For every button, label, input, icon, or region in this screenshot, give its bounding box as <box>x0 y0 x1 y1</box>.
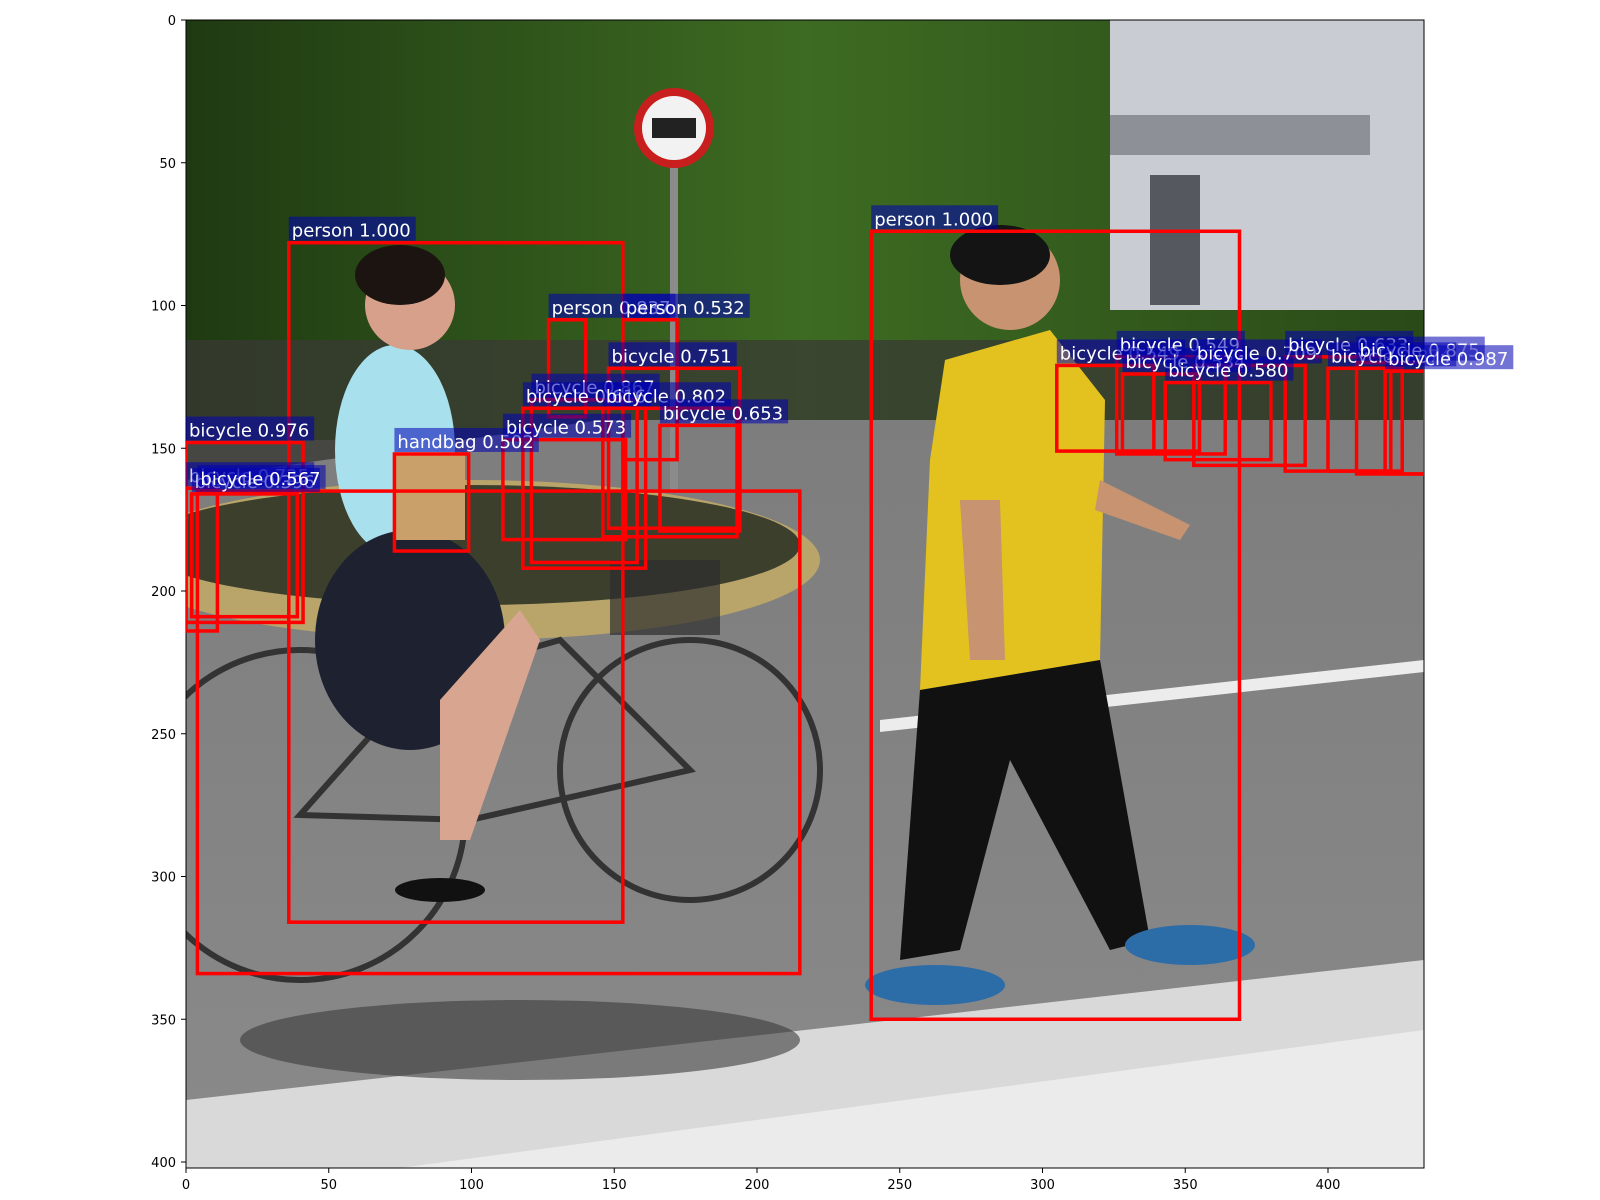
detection-label: person 0.532 <box>626 298 745 319</box>
y-tick-label: 100 <box>151 300 176 315</box>
detection-label: bicycle 0.751 <box>612 346 732 367</box>
detection-label: bicycle 0.567 <box>200 469 320 490</box>
x-tick-label: 100 <box>459 1178 484 1193</box>
detection-label: bicycle 0.976 <box>189 421 309 442</box>
x-tick-label: 350 <box>1173 1178 1198 1193</box>
y-tick-label: 50 <box>159 157 176 172</box>
detection-figure: 0 50 100 150 200 250 300 350 400 0 50 100 150 200 250 3… <box>151 14 1514 1193</box>
y-tick-label: 0 <box>168 14 176 29</box>
detection-label: person 1.000 <box>874 209 993 230</box>
detection-label: bicycle 0.987 <box>1388 349 1508 370</box>
y-tick-label: 150 <box>151 442 176 457</box>
y-tick-label: 300 <box>151 871 176 886</box>
x-tick-label: 400 <box>1316 1178 1341 1193</box>
detection-label: person 1.000 <box>292 221 411 242</box>
detection-label: bicycle 0.573 <box>506 418 626 439</box>
photo <box>186 20 1424 1168</box>
y-tick-label: 400 <box>151 1156 176 1171</box>
x-tick-label: 0 <box>182 1178 190 1193</box>
x-tick-label: 50 <box>320 1178 337 1193</box>
x-tick-label: 250 <box>887 1178 912 1193</box>
x-tick-label: 200 <box>745 1178 770 1193</box>
y-tick-label: 350 <box>151 1013 176 1028</box>
x-tick-label: 300 <box>1030 1178 1055 1193</box>
x-tick-label: 150 <box>602 1178 627 1193</box>
y-tick-label: 200 <box>151 585 176 600</box>
detection-label: bicycle 0.653 <box>663 403 783 424</box>
y-tick-label: 250 <box>151 728 176 743</box>
